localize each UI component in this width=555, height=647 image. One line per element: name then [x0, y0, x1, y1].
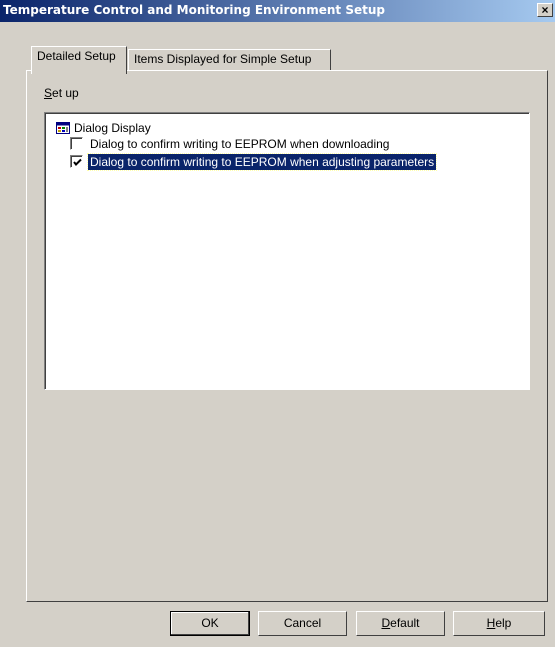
- cancel-button-label: Cancel: [283, 616, 322, 630]
- tab-detailed-setup[interactable]: Detailed Setup: [31, 46, 127, 74]
- title-bar[interactable]: Temperature Control and Monitoring Envir…: [0, 0, 555, 22]
- tab-label: Detailed Setup: [37, 49, 116, 63]
- setup-label-mnemonic: S: [44, 86, 53, 100]
- dialog-window-icon: [56, 122, 70, 134]
- ok-button-label: OK: [201, 616, 219, 630]
- checkbox-well: [71, 138, 82, 149]
- close-icon: ×: [541, 3, 549, 17]
- help-button[interactable]: Help: [453, 611, 545, 636]
- tree-item-label: Dialog to confirm writing to EEPROM when…: [86, 153, 438, 171]
- close-button[interactable]: ×: [537, 3, 553, 17]
- checkbox-confirm-eeprom-downloading[interactable]: [70, 137, 83, 150]
- help-button-label: elp: [495, 616, 512, 630]
- setup-dialog: Temperature Control and Monitoring Envir…: [0, 0, 555, 647]
- window-title: Temperature Control and Monitoring Envir…: [3, 3, 385, 17]
- checkbox-well: [71, 156, 82, 167]
- tab-label: Items Displayed for Simple Setup: [134, 52, 312, 66]
- setup-label: Set up: [44, 86, 79, 100]
- checkbox-confirm-eeprom-adjusting[interactable]: [70, 155, 83, 168]
- tab-items-displayed-simple-setup[interactable]: Items Displayed for Simple Setup: [128, 49, 331, 71]
- default-button-mnemonic: D: [381, 616, 391, 630]
- ok-button[interactable]: OK: [170, 611, 250, 636]
- default-button[interactable]: Default: [356, 611, 445, 636]
- tree-item-label: Dialog to confirm writing to EEPROM when…: [90, 137, 390, 151]
- setup-tree[interactable]: Dialog Display Dialog to confirm writing…: [44, 112, 530, 390]
- cancel-button[interactable]: Cancel: [258, 611, 347, 636]
- setup-tree-well: Dialog Display Dialog to confirm writing…: [45, 113, 529, 389]
- checkmark-icon: [73, 158, 82, 166]
- tree-root-label: Dialog Display: [74, 121, 151, 135]
- default-button-label: efault: [390, 616, 420, 630]
- setup-label-rest: et up: [52, 86, 79, 100]
